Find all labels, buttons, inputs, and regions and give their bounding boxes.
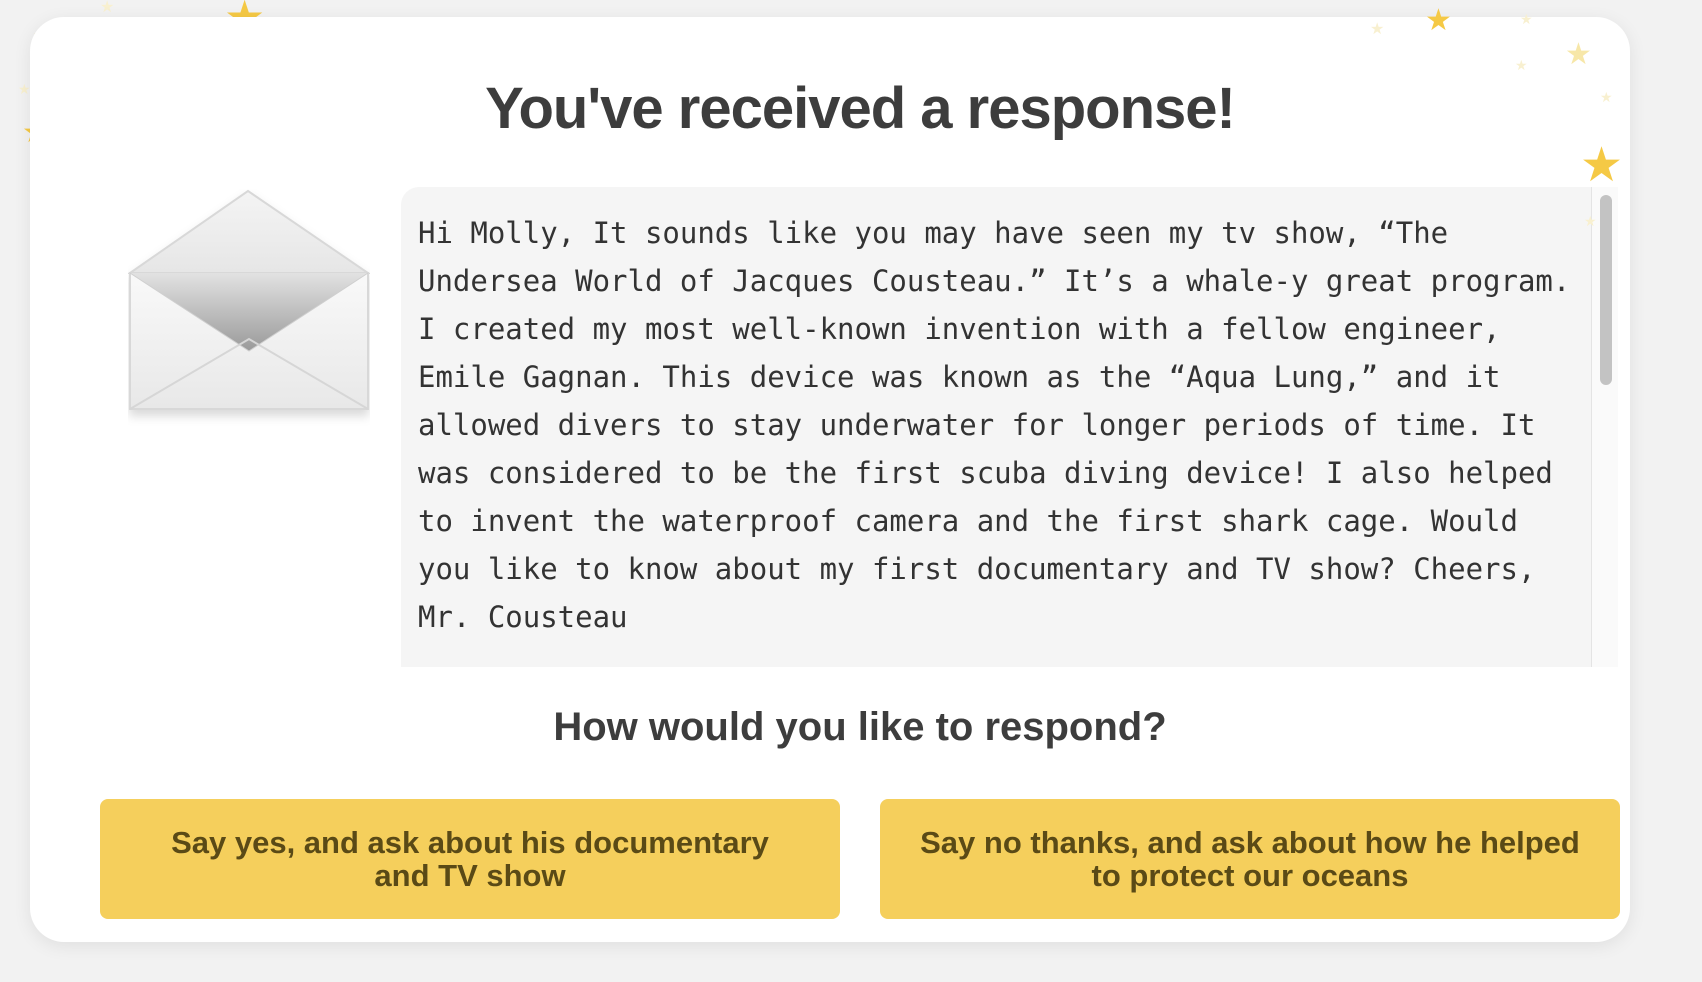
star-icon: ★ [1565, 38, 1592, 71]
response-dialog: You've received a response! Hi Molly, It… [30, 17, 1630, 942]
star-icon: ★ [1520, 11, 1533, 27]
scrollbar-thumb[interactable] [1600, 195, 1612, 385]
say-no-thanks-button[interactable]: Say no thanks, and ask about how he help… [880, 799, 1620, 919]
say-yes-button[interactable]: Say yes, and ask about his documentary a… [100, 799, 840, 919]
envelope-open-icon [126, 189, 372, 429]
star-icon: ★ [1600, 89, 1613, 105]
star-icon: ★ [100, 0, 115, 16]
star-icon: ★ [1580, 139, 1624, 192]
star-icon: ★ [1515, 57, 1528, 73]
message-panel[interactable]: Hi Molly, It sounds like you may have se… [401, 187, 1618, 667]
respond-prompt: How would you like to respond? [553, 705, 1167, 749]
star-icon: ★ [1425, 4, 1452, 37]
star-icon: ★ [1584, 213, 1597, 229]
star-icon: ★ [1370, 21, 1385, 38]
message-text: Hi Molly, It sounds like you may have se… [418, 216, 1588, 634]
star-icon: ★ [18, 81, 31, 97]
dialog-title: You've received a response! [485, 76, 1236, 141]
message-scrollbar[interactable] [1591, 187, 1618, 667]
